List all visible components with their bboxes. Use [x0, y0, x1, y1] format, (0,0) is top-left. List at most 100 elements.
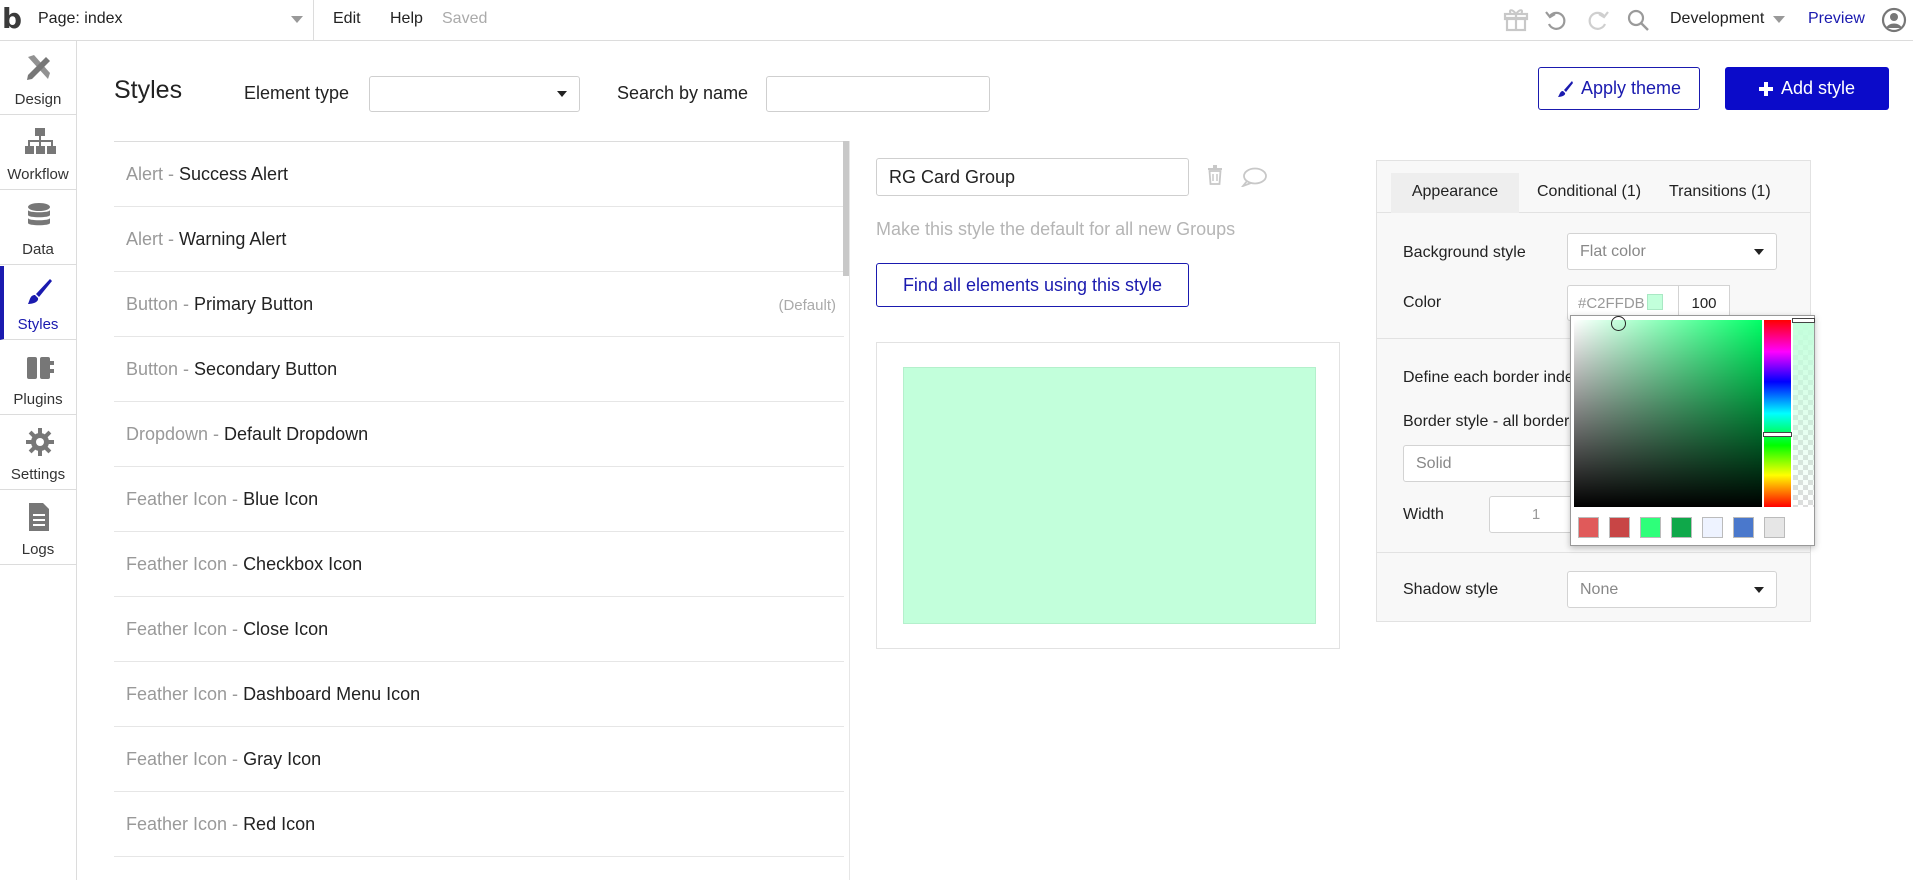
chevron-down-icon — [291, 16, 303, 23]
preset-swatch[interactable] — [1702, 517, 1723, 538]
account-icon[interactable] — [1880, 6, 1908, 34]
preset-swatch[interactable] — [1764, 517, 1785, 538]
saturation-handle[interactable] — [1611, 316, 1626, 331]
plus-icon — [1758, 82, 1773, 97]
search-icon[interactable] — [1624, 6, 1652, 34]
list-item[interactable]: Feather Icon - Dashboard Menu Icon — [114, 662, 844, 727]
alpha-handle[interactable] — [1792, 318, 1815, 323]
hue-handle[interactable] — [1763, 432, 1792, 437]
add-style-label: Add style — [1780, 78, 1856, 98]
sidebar-item-logs[interactable]: Logs — [0, 491, 76, 565]
border-style-dropdown[interactable]: Solid — [1403, 445, 1583, 482]
list-item[interactable]: Dropdown - Default Dropdown — [114, 402, 844, 467]
color-picker — [1570, 315, 1815, 546]
style-type: Feather Icon - — [126, 814, 244, 834]
define-border-label: Define each border inde — [1403, 369, 1574, 386]
list-item[interactable]: Button - Secondary Button — [114, 337, 844, 402]
list-item[interactable]: Feather Icon - Checkbox Icon — [114, 532, 844, 597]
style-type: Alert - — [126, 229, 180, 249]
element-type-label: Element type — [244, 83, 350, 103]
style-type: Feather Icon - — [126, 554, 244, 574]
background-style-dropdown[interactable]: Flat color — [1567, 233, 1777, 270]
list-item[interactable]: Feather Icon - Red Icon — [114, 792, 844, 857]
add-style-button[interactable]: Add style — [1725, 67, 1889, 110]
style-name: Success Alert — [179, 164, 289, 184]
saturation-value-area[interactable] — [1574, 316, 1762, 507]
style-name: Default Dropdown — [224, 424, 369, 444]
sidebar-item-label: Design — [14, 91, 62, 108]
preset-swatch[interactable] — [1609, 517, 1630, 538]
list-item[interactable]: Button - Primary Button (Default) — [114, 272, 844, 337]
page-title: Styles — [114, 76, 183, 104]
alpha-slider[interactable] — [1792, 318, 1815, 507]
top-bar: b Page: index Edit Help Saved Developmen… — [0, 0, 1913, 41]
style-type: Alert - — [126, 164, 180, 184]
styles-list: Alert - Success Alert Alert - Warning Al… — [114, 141, 844, 880]
width-label: Width — [1403, 506, 1444, 523]
hue-slider[interactable] — [1763, 320, 1792, 507]
sidebar-item-label: Data — [22, 241, 54, 258]
preview-link[interactable]: Preview — [1808, 10, 1865, 28]
set-default-link[interactable]: Make this style the default for all new … — [876, 219, 1235, 240]
style-type: Feather Icon - — [126, 489, 244, 509]
gift-icon[interactable] — [1502, 6, 1530, 34]
list-item[interactable]: Alert - Warning Alert — [114, 207, 844, 272]
style-name: Dashboard Menu Icon — [243, 684, 421, 704]
search-input[interactable] — [766, 76, 990, 112]
style-name: Primary Button — [194, 294, 314, 314]
redo-icon[interactable] — [1584, 6, 1612, 34]
list-item[interactable]: Alert - Success Alert — [114, 142, 844, 207]
undo-icon[interactable] — [1542, 6, 1570, 34]
background-style-label: Background style — [1403, 244, 1526, 261]
menu-help[interactable]: Help — [390, 10, 423, 28]
list-divider — [849, 141, 850, 880]
sidebar-item-label: Plugins — [13, 391, 63, 408]
border-width-input[interactable]: 1 — [1489, 496, 1583, 533]
sidebar-item-data[interactable]: Data — [0, 191, 76, 265]
sidebar-item-label: Logs — [21, 541, 55, 558]
find-elements-button[interactable]: Find all elements using this style — [876, 263, 1189, 307]
sidebar-item-plugins[interactable]: Plugins — [0, 341, 76, 415]
list-item[interactable]: Feather Icon - Gray Icon — [114, 727, 844, 792]
sidebar-item-design[interactable]: Design — [0, 41, 76, 115]
shadow-style-dropdown[interactable]: None — [1567, 571, 1777, 608]
style-name: Blue Icon — [243, 489, 319, 509]
sidebar-item-settings[interactable]: Settings — [0, 416, 76, 490]
comment-icon[interactable] — [1241, 167, 1267, 187]
environment-selector[interactable]: Development — [1670, 10, 1764, 28]
list-item[interactable]: Feather Icon - Close Icon — [114, 597, 844, 662]
preset-swatch[interactable] — [1640, 517, 1661, 538]
bubble-logo-icon[interactable]: b — [2, 4, 30, 36]
sidebar-item-label: Workflow — [7, 166, 69, 183]
shadow-style-label: Shadow style — [1403, 581, 1499, 598]
tab-conditional[interactable]: Conditional (1) — [1537, 173, 1641, 213]
data-icon — [28, 203, 50, 226]
trash-icon[interactable] — [1207, 165, 1223, 185]
tab-appearance[interactable]: Appearance — [1391, 173, 1519, 213]
menu-edit[interactable]: Edit — [333, 10, 361, 28]
saved-status: Saved — [442, 10, 488, 27]
element-type-dropdown[interactable] — [369, 76, 580, 112]
design-icon — [27, 55, 50, 80]
tab-transitions[interactable]: Transitions (1) — [1669, 173, 1771, 213]
style-name-input[interactable]: RG Card Group — [876, 158, 1189, 196]
sidebar-item-label: Styles — [17, 316, 59, 333]
style-name: Close Icon — [243, 619, 329, 639]
sidebar: Design Workflow Data Styles Plugins Sett… — [0, 41, 77, 880]
style-preview — [876, 342, 1340, 649]
list-item[interactable]: Feather Icon - Blue Icon — [114, 467, 844, 532]
preset-swatch[interactable] — [1671, 517, 1692, 538]
color-swatch[interactable] — [1647, 294, 1663, 310]
style-type: Feather Icon - — [126, 619, 244, 639]
preset-swatch[interactable] — [1733, 517, 1754, 538]
sidebar-item-styles[interactable]: Styles — [0, 266, 76, 340]
style-name: Warning Alert — [179, 229, 287, 249]
property-tabs: Appearance Conditional (1) Transitions (… — [1377, 161, 1810, 213]
style-type: Dropdown - — [126, 424, 225, 444]
page-selector[interactable]: Page: index — [38, 0, 314, 40]
sidebar-item-workflow[interactable]: Workflow — [0, 116, 76, 190]
chevron-down-icon — [1773, 16, 1785, 23]
apply-theme-button[interactable]: Apply theme — [1538, 67, 1700, 110]
preset-swatch[interactable] — [1578, 517, 1599, 538]
apply-theme-label: Apply theme — [1580, 78, 1682, 98]
